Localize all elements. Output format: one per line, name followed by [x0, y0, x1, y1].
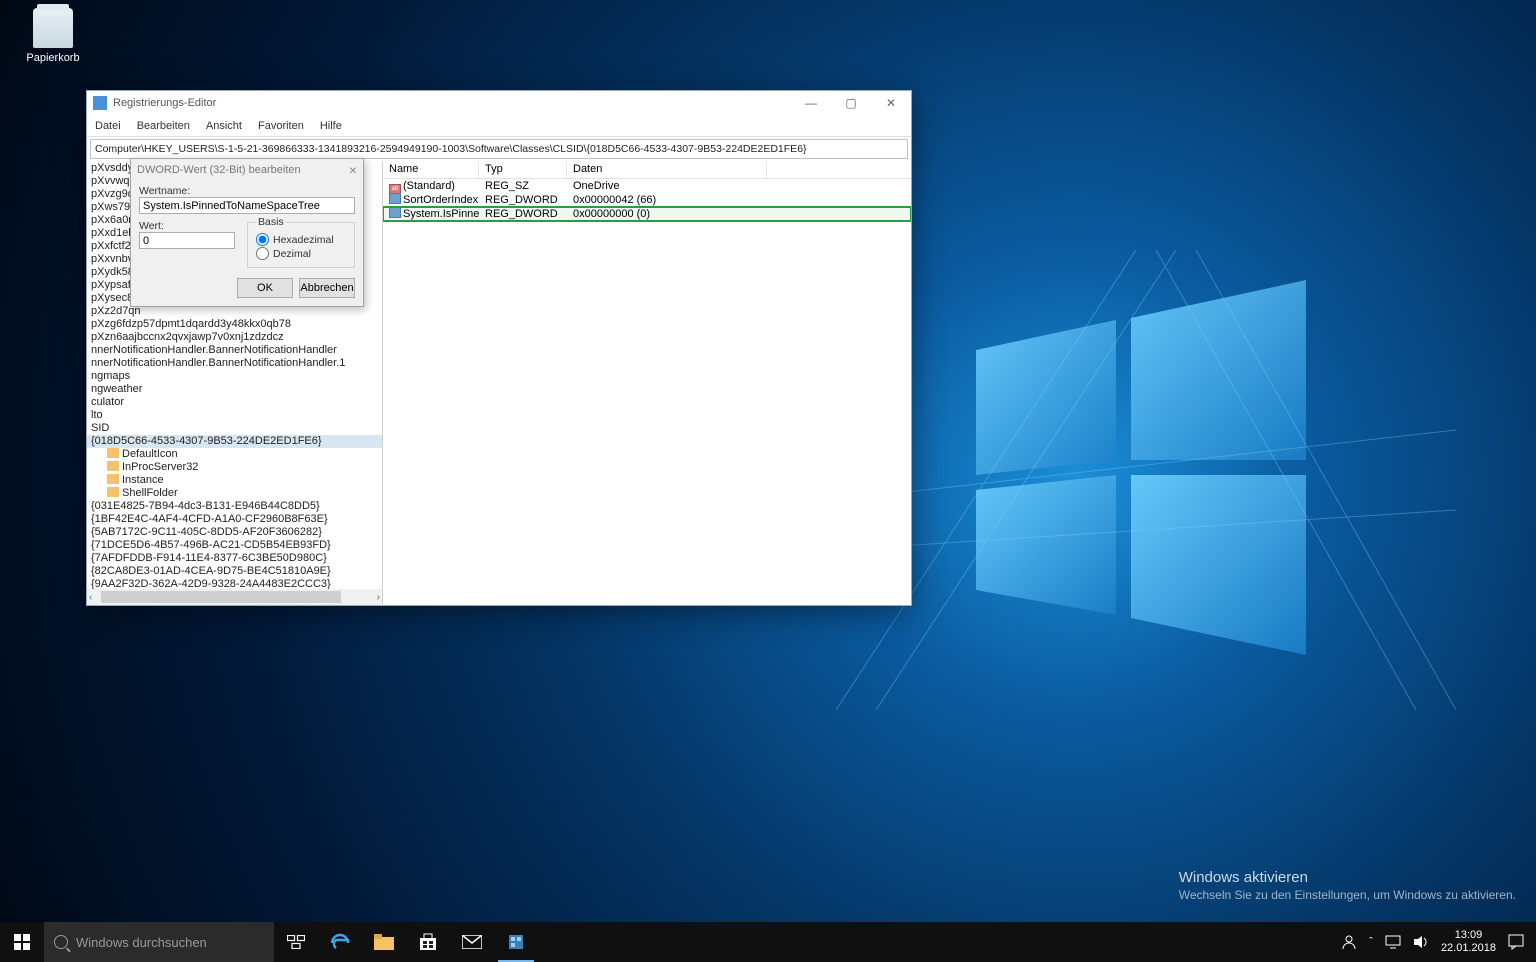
tree-item[interactable]: {5AB7172C-9C11-405C-8DD5-AF20F3606282}	[87, 526, 382, 539]
tree-item[interactable]: SID	[87, 422, 382, 435]
folder-icon	[107, 461, 119, 471]
menu-item[interactable]: Hilfe	[312, 120, 350, 132]
taskbar: Windows durchsuchen ˆ 13:09 22.01.2018	[0, 922, 1536, 962]
reg-value-icon: ab	[389, 184, 401, 193]
menubar: Datei Bearbeiten Ansicht Favoriten Hilfe	[87, 115, 911, 137]
close-button[interactable]: ✕	[871, 91, 911, 115]
col-type[interactable]: Typ	[479, 161, 567, 178]
tree-item[interactable]: ngmaps	[87, 370, 382, 383]
system-tray: ˆ 13:09 22.01.2018	[1335, 922, 1536, 962]
taskbar-search[interactable]: Windows durchsuchen	[44, 922, 274, 962]
tree-subitem[interactable]: ShellFolder	[87, 487, 382, 500]
minimize-button[interactable]: —	[791, 91, 831, 115]
radio-hex[interactable]	[256, 233, 269, 246]
col-name[interactable]: Name	[383, 161, 479, 178]
menu-item[interactable]: Bearbeiten	[129, 120, 198, 132]
reg-value-icon	[389, 193, 401, 204]
menu-item[interactable]: Ansicht	[198, 120, 250, 132]
network-icon[interactable]	[1379, 922, 1407, 962]
start-button[interactable]	[0, 922, 44, 962]
tree-item[interactable]: ngweather	[87, 383, 382, 396]
radio-dec[interactable]	[256, 247, 269, 260]
tree-subitem[interactable]: DefaultIcon	[87, 448, 382, 461]
list-row[interactable]: ab(Standard)REG_SZOneDrive	[383, 179, 911, 193]
tree-item[interactable]: {1BF42E4C-4AF4-4CFD-A1A0-CF2960B8F63E}	[87, 513, 382, 526]
recycle-bin-icon	[33, 8, 73, 48]
listview-header[interactable]: Name Typ Daten	[383, 161, 911, 179]
clock[interactable]: 13:09 22.01.2018	[1435, 922, 1502, 962]
people-icon[interactable]	[1335, 922, 1363, 962]
tree-item[interactable]: {031E4825-7B94-4dc3-B131-E946B44C8DD5}	[87, 500, 382, 513]
menu-item[interactable]: Datei	[87, 120, 129, 132]
listview-pane[interactable]: Name Typ Daten ab(Standard)REG_SZOneDriv…	[383, 161, 911, 605]
tree-item[interactable]: {7AFDFDDB-F914-11E4-8377-6C3BE50D980C}	[87, 552, 382, 565]
menu-item[interactable]: Favoriten	[250, 120, 312, 132]
recycle-bin-desktop-icon[interactable]: Papierkorb	[18, 8, 88, 64]
folder-icon	[107, 448, 119, 458]
mail-icon[interactable]	[450, 922, 494, 962]
basis-fieldset: Basis Hexadezimal Dezimal	[247, 216, 355, 268]
folder-icon	[107, 474, 119, 484]
reg-value-icon	[389, 207, 401, 218]
tree-item[interactable]: lto	[87, 409, 382, 422]
search-icon	[54, 935, 68, 949]
regedit-icon	[93, 96, 107, 110]
edge-icon[interactable]	[318, 922, 362, 962]
label-wert: Wert:	[139, 220, 235, 232]
col-data[interactable]: Daten	[567, 161, 767, 178]
dialog-close-icon[interactable]: ×	[349, 162, 357, 178]
address-bar[interactable]: Computer\HKEY_USERS\S-1-5-21-369866333-1…	[90, 139, 908, 159]
tree-item[interactable]: nnerNotificationHandler.BannerNotificati…	[87, 344, 382, 357]
action-center-icon[interactable]	[1502, 922, 1530, 962]
tree-subitem[interactable]: Instance	[87, 474, 382, 487]
search-placeholder: Windows durchsuchen	[76, 935, 207, 950]
tray-chevron-icon[interactable]: ˆ	[1363, 922, 1379, 962]
tree-item[interactable]: pXzn6aajbccnx2qvxjawp7v0xnj1zdzdcz	[87, 331, 382, 344]
dialog-titlebar[interactable]: DWORD-Wert (32-Bit) bearbeiten ×	[131, 159, 363, 181]
cancel-button[interactable]: Abbrechen	[299, 278, 355, 298]
tree-hscrollbar[interactable]: ‹›	[87, 589, 382, 605]
maximize-button[interactable]: ▢	[831, 91, 871, 115]
watermark-sub: Wechseln Sie zu den Einstellungen, um Wi…	[1179, 888, 1516, 902]
label-wertname: Wertname:	[139, 185, 355, 197]
tree-item[interactable]: nnerNotificationHandler.BannerNotificati…	[87, 357, 382, 370]
recycle-bin-label: Papierkorb	[26, 52, 79, 64]
input-wertname[interactable]	[139, 197, 355, 214]
task-view-icon[interactable]	[274, 922, 318, 962]
folder-icon	[107, 487, 119, 497]
wallpaper-windows-logo	[836, 250, 1456, 710]
activation-watermark: Windows aktivieren Wechseln Sie zu den E…	[1179, 869, 1516, 902]
titlebar[interactable]: Registrierungs-Editor — ▢ ✕	[87, 91, 911, 115]
tree-item[interactable]: {82CA8DE3-01AD-4CEA-9D75-BE4C51810A9E}	[87, 565, 382, 578]
window-title: Registrierungs-Editor	[113, 97, 216, 109]
file-explorer-icon[interactable]	[362, 922, 406, 962]
list-row[interactable]: SortOrderIndexREG_DWORD0x00000042 (66)	[383, 193, 911, 207]
regedit-taskbar-icon[interactable]	[494, 922, 538, 962]
edit-dword-dialog: DWORD-Wert (32-Bit) bearbeiten × Wertnam…	[130, 158, 364, 307]
list-row[interactable]: System.IsPinnedTo...REG_DWORD0x00000000 …	[383, 207, 911, 221]
watermark-title: Windows aktivieren	[1179, 869, 1516, 886]
tree-item[interactable]: pXzg6fdzp57dpmt1dqardd3y48kkx0qb78	[87, 318, 382, 331]
input-wert[interactable]	[139, 232, 235, 249]
volume-icon[interactable]	[1407, 922, 1435, 962]
tree-item[interactable]: culator	[87, 396, 382, 409]
tree-subitem[interactable]: InProcServer32	[87, 461, 382, 474]
basis-legend: Basis	[256, 216, 286, 228]
dialog-title: DWORD-Wert (32-Bit) bearbeiten	[137, 164, 301, 176]
tree-item[interactable]: {71DCE5D6-4B57-496B-AC21-CD5B54EB93FD}	[87, 539, 382, 552]
store-icon[interactable]	[406, 922, 450, 962]
ok-button[interactable]: OK	[237, 278, 293, 298]
tree-item-selected[interactable]: {018D5C66-4533-4307-9B53-224DE2ED1FE6}	[87, 435, 382, 448]
